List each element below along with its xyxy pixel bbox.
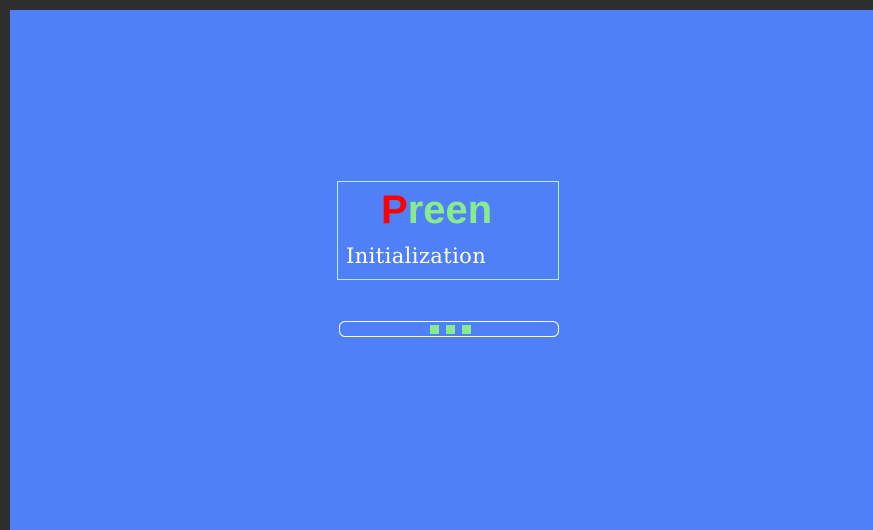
progress-block bbox=[446, 325, 455, 334]
progress-block bbox=[430, 325, 439, 334]
window-frame: Preen Initialization bbox=[0, 0, 873, 530]
logo-first-letter: P bbox=[381, 188, 408, 232]
progress-block bbox=[462, 325, 471, 334]
initialization-label: Initialization bbox=[346, 244, 487, 268]
app-logo: Preen bbox=[381, 186, 492, 234]
splash-title-box: Preen Initialization bbox=[337, 181, 559, 280]
splash-screen: Preen Initialization bbox=[10, 10, 873, 530]
loading-progress-bar bbox=[339, 321, 559, 337]
logo-rest: reen bbox=[407, 188, 493, 232]
